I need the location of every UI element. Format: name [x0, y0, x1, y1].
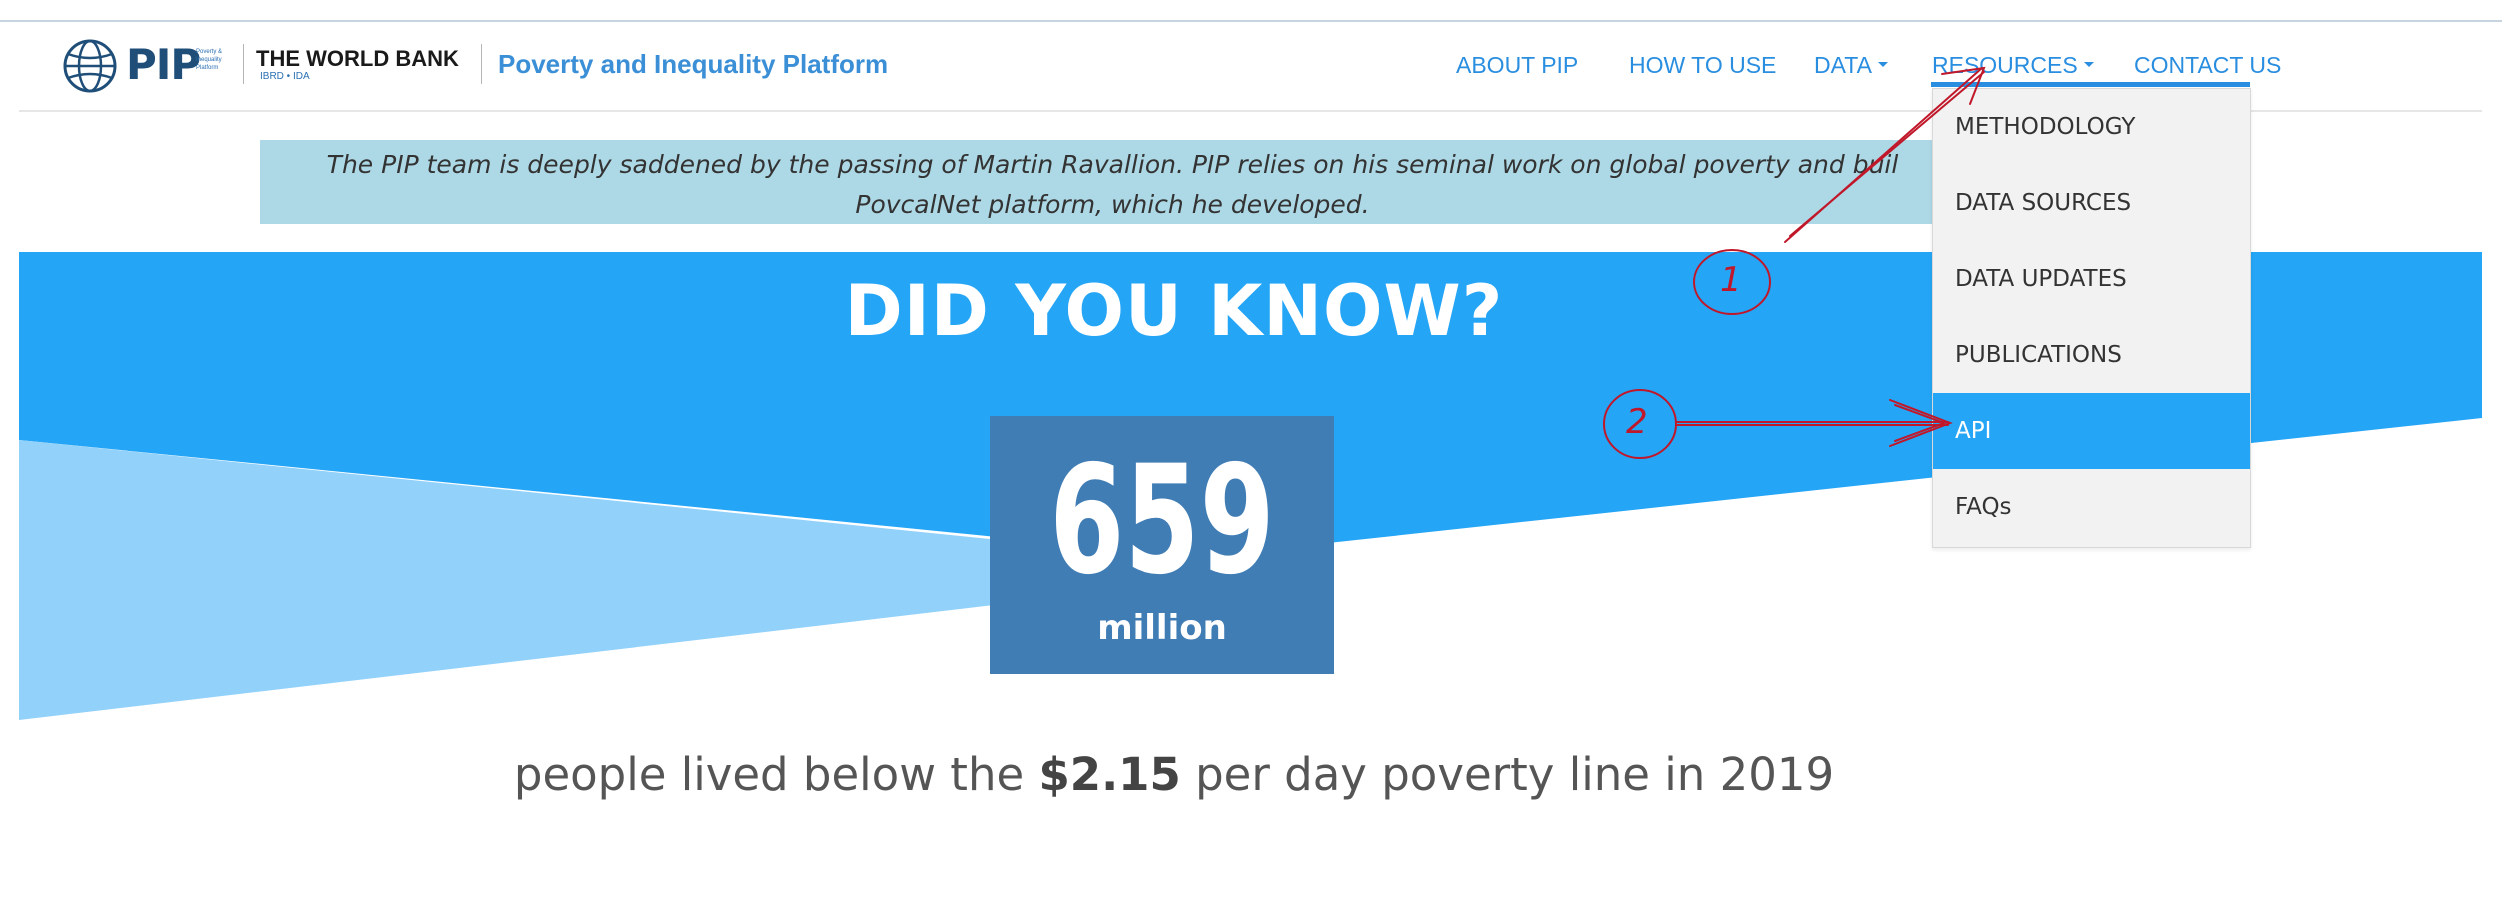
- announcement-line-2: PovcalNet platform, which he developed.: [855, 190, 1370, 219]
- nav-about-pip[interactable]: ABOUT PIP: [1456, 52, 1578, 79]
- world-bank-globe-icon: [63, 39, 117, 93]
- nav-contact-us-label: CONTACT US: [2134, 52, 2282, 78]
- caption-suffix: per day poverty line in 2019: [1180, 748, 1835, 801]
- menu-item-data-updates[interactable]: DATA UPDATES: [1933, 241, 2250, 317]
- caption-prefix: people lived below the: [513, 748, 1039, 801]
- nav-contact-us[interactable]: CONTACT US: [2134, 52, 2281, 79]
- nav-data-dropdown[interactable]: DATA: [1814, 52, 1888, 79]
- logo-divider: [243, 44, 244, 84]
- statistic-number: 659: [1049, 434, 1275, 608]
- annotation-label-1: 1: [1720, 260, 1742, 300]
- caption-poverty-line: $2.15: [1038, 748, 1181, 801]
- pip-logo[interactable]: PIP: [126, 40, 201, 89]
- logo-divider: [481, 44, 482, 84]
- resources-dropdown-menu: METHODOLOGY DATA SOURCES DATA UPDATES PU…: [1932, 88, 2251, 548]
- menu-item-publications[interactable]: PUBLICATIONS: [1933, 317, 2250, 393]
- caret-down-icon: [2083, 62, 2094, 68]
- nav-about-pip-label: ABOUT PIP: [1456, 52, 1579, 78]
- menu-item-faqs[interactable]: FAQs: [1933, 469, 2250, 545]
- announcement-text: The PIP team is deeply saddened by the p…: [260, 140, 1965, 224]
- menu-item-methodology[interactable]: METHODOLOGY: [1933, 89, 2250, 165]
- pip-logo-subtitle: Poverty & Inequality Platform: [196, 49, 223, 71]
- menu-item-data-sources[interactable]: DATA SOURCES: [1933, 165, 2250, 241]
- statistic-caption: people lived below the $2.15 per day pov…: [19, 748, 2329, 801]
- annotation-label-2: 2: [1626, 402, 1648, 442]
- announcement-banner: The PIP team is deeply saddened by the p…: [260, 140, 1965, 224]
- world-bank-logo-subtitle: IBRD • IDA: [260, 71, 310, 82]
- nav-how-to-use[interactable]: HOW TO USE: [1629, 52, 1776, 79]
- statistic-unit: million: [1097, 608, 1227, 648]
- menu-item-api[interactable]: API: [1933, 393, 2250, 469]
- platform-title-link[interactable]: Poverty and Inequality Platform: [498, 49, 888, 80]
- caret-down-icon: [1877, 62, 1888, 68]
- nav-data-label: DATA: [1814, 52, 1872, 78]
- nav-resources-label: RESOURCES: [1932, 52, 2078, 78]
- nav-how-to-use-label: HOW TO USE: [1629, 52, 1777, 78]
- world-bank-logo[interactable]: THE WORLD BANK: [256, 46, 459, 72]
- nav-resources-dropdown[interactable]: RESOURCES: [1932, 52, 2094, 79]
- nav-active-indicator: [1931, 82, 2250, 87]
- announcement-line-1: The PIP team is deeply saddened by the p…: [326, 150, 1899, 179]
- statistic-card: 659 million: [990, 416, 1334, 674]
